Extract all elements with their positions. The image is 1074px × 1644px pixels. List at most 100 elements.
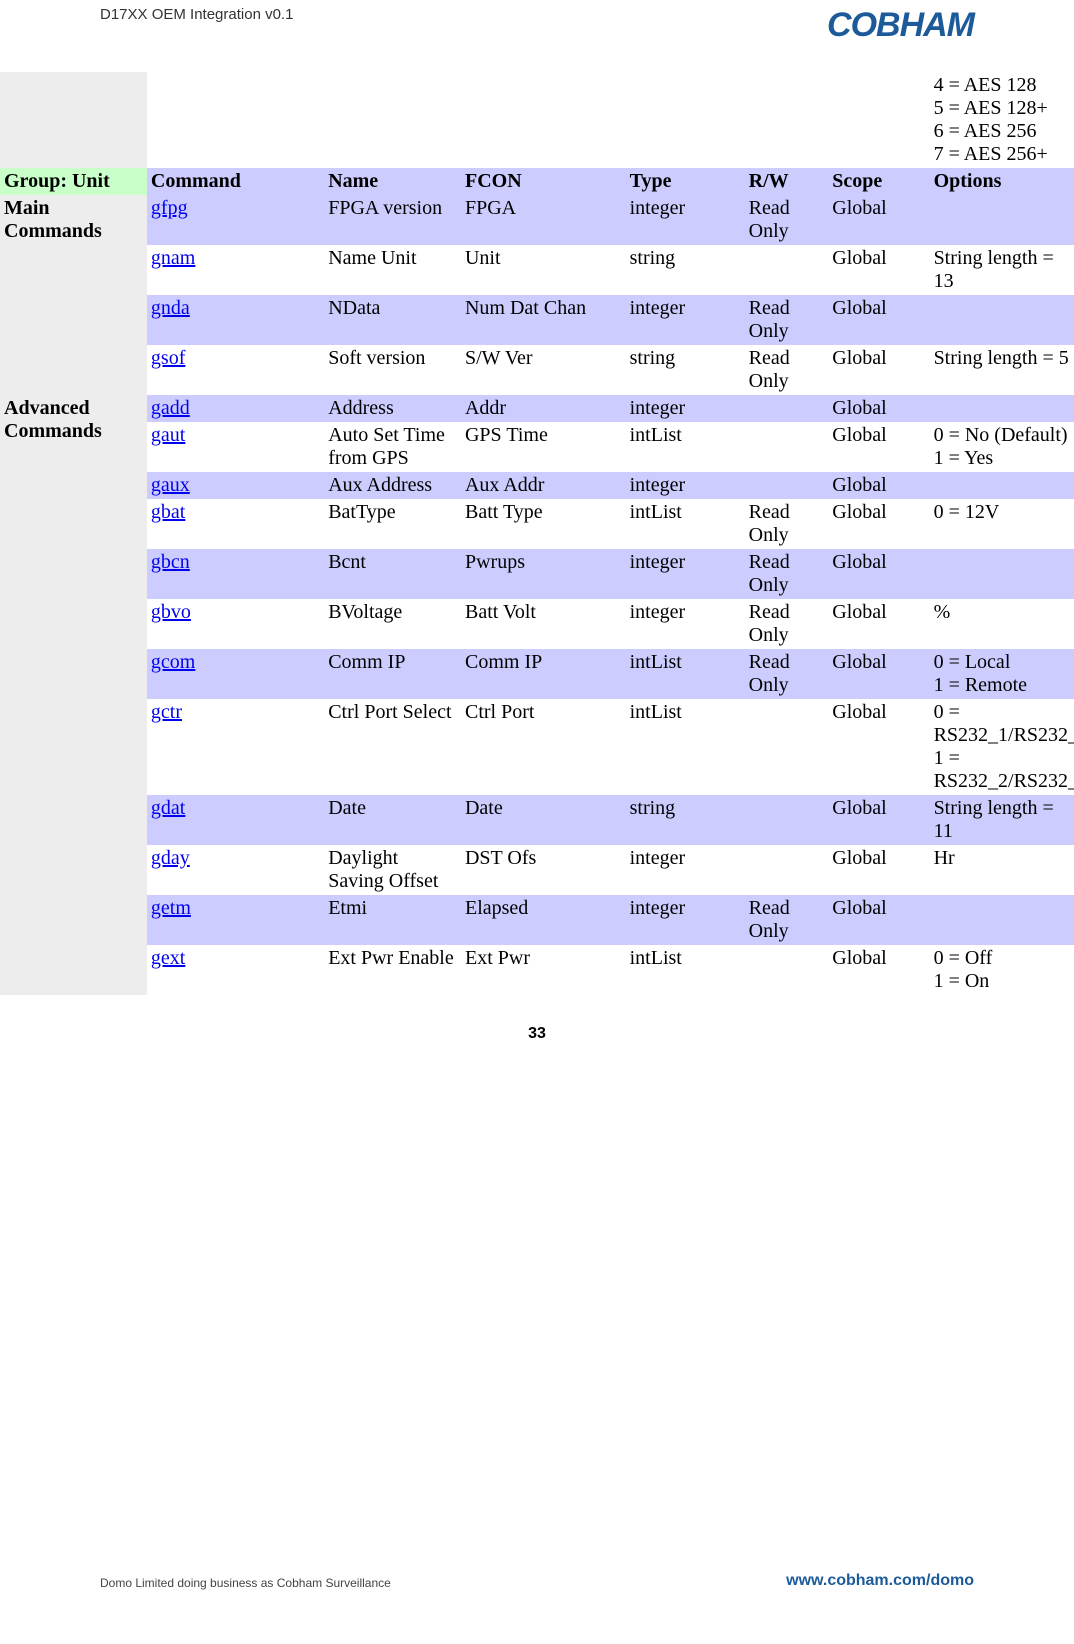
fcon-cell: DST Ofs bbox=[461, 845, 626, 895]
type-cell: integer bbox=[626, 472, 745, 499]
rw-cell bbox=[745, 472, 829, 499]
options-cell bbox=[930, 895, 1074, 945]
table-row: gndaNDataNum Dat ChanintegerRead OnlyGlo… bbox=[0, 295, 1074, 345]
type-cell: integer bbox=[626, 549, 745, 599]
name-cell: Etmi bbox=[324, 895, 461, 945]
footer: Domo Limited doing business as Cobham Su… bbox=[100, 1572, 974, 1590]
command-cell: gaux bbox=[147, 472, 324, 499]
table-row: gaux Aux AddressAux Addrinteger Global bbox=[0, 472, 1074, 499]
type-cell: integer bbox=[626, 395, 745, 422]
type-cell: intList bbox=[626, 945, 745, 995]
options-cell: 0 = Off1 = On bbox=[930, 945, 1074, 995]
header-name: Name bbox=[324, 168, 461, 195]
options-cell: 0 = Local1 = Remote bbox=[930, 649, 1074, 699]
name-cell: Name Unit bbox=[324, 245, 461, 295]
empty-cell bbox=[745, 72, 829, 168]
rw-cell bbox=[745, 795, 829, 845]
options-cell bbox=[930, 395, 1074, 422]
empty-cell bbox=[626, 72, 745, 168]
command-link[interactable]: gfpg bbox=[151, 197, 188, 219]
scope-cell: Global bbox=[828, 395, 929, 422]
command-link[interactable]: gdat bbox=[151, 797, 185, 819]
command-link[interactable]: gday bbox=[151, 847, 190, 869]
scope-cell: Global bbox=[828, 195, 929, 245]
command-link[interactable]: gaux bbox=[151, 474, 190, 496]
command-link[interactable]: gnam bbox=[151, 247, 195, 269]
name-cell: Comm IP bbox=[324, 649, 461, 699]
table-row: getmEtmiElapsedintegerRead OnlyGlobal bbox=[0, 895, 1074, 945]
name-cell: Bcnt bbox=[324, 549, 461, 599]
options-cell bbox=[930, 195, 1074, 245]
rw-cell bbox=[745, 845, 829, 895]
fcon-cell: Ext Pwr bbox=[461, 945, 626, 995]
command-link[interactable]: gaut bbox=[151, 424, 185, 446]
header-type: Type bbox=[626, 168, 745, 195]
table-row: gbatBatTypeBatt TypeintListRead OnlyGlob… bbox=[0, 499, 1074, 549]
command-link[interactable]: gctr bbox=[151, 701, 182, 723]
command-link[interactable]: gext bbox=[151, 947, 185, 969]
table-row: gcomComm IPComm IPintListRead OnlyGlobal… bbox=[0, 649, 1074, 699]
command-cell: gctr bbox=[147, 699, 324, 795]
rw-cell bbox=[745, 945, 829, 995]
name-cell: Aux Address bbox=[324, 472, 461, 499]
rw-cell: Read Only bbox=[745, 649, 829, 699]
table-row: Main CommandsgfpgFPGA versionFPGAinteger… bbox=[0, 195, 1074, 245]
fcon-cell: S/W Ver bbox=[461, 345, 626, 395]
fcon-cell: Addr bbox=[461, 395, 626, 422]
command-cell: gbcn bbox=[147, 549, 324, 599]
empty-cell bbox=[828, 72, 929, 168]
command-link[interactable]: gbcn bbox=[151, 551, 190, 573]
scope-cell: Global bbox=[828, 945, 929, 995]
fcon-cell: FPGA bbox=[461, 195, 626, 245]
command-table: 4 = AES 1285 = AES 128+6 = AES 2567 = AE… bbox=[0, 72, 1074, 995]
command-cell: gnda bbox=[147, 295, 324, 345]
empty-cell bbox=[324, 72, 461, 168]
fcon-cell: Batt Type bbox=[461, 499, 626, 549]
table-row: gdayDaylight Saving OffsetDST Ofsinteger… bbox=[0, 845, 1074, 895]
name-cell: Ext Pwr Enable bbox=[324, 945, 461, 995]
scope-cell: Global bbox=[828, 795, 929, 845]
name-cell: Daylight Saving Offset bbox=[324, 845, 461, 895]
scope-cell: Global bbox=[828, 895, 929, 945]
type-cell: integer bbox=[626, 195, 745, 245]
command-link[interactable]: gbvo bbox=[151, 601, 191, 623]
footer-left: Domo Limited doing business as Cobham Su… bbox=[100, 1576, 391, 1590]
scope-cell: Global bbox=[828, 649, 929, 699]
fcon-cell: Elapsed bbox=[461, 895, 626, 945]
name-cell: NData bbox=[324, 295, 461, 345]
rw-cell bbox=[745, 395, 829, 422]
options-cell: 0 = No (Default)1 = Yes bbox=[930, 422, 1074, 472]
command-link[interactable]: gnda bbox=[151, 297, 190, 319]
type-cell: intList bbox=[626, 499, 745, 549]
section-main: Main Commands bbox=[0, 195, 147, 395]
empty-cell bbox=[147, 72, 324, 168]
options-cell: String length = 13 bbox=[930, 245, 1074, 295]
empty-cell bbox=[461, 72, 626, 168]
table-row: gbcnBcntPwrupsintegerRead OnlyGlobal bbox=[0, 549, 1074, 599]
options-cell: Hr bbox=[930, 845, 1074, 895]
type-cell: string bbox=[626, 245, 745, 295]
scope-cell: Global bbox=[828, 295, 929, 345]
table-row: gctrCtrl Port SelectCtrl PortintListGlob… bbox=[0, 699, 1074, 795]
type-cell: intList bbox=[626, 422, 745, 472]
command-link[interactable]: gbat bbox=[151, 501, 185, 523]
header-options: Options bbox=[930, 168, 1074, 195]
fcon-cell: Aux Addr bbox=[461, 472, 626, 499]
name-cell: Soft version bbox=[324, 345, 461, 395]
type-cell: integer bbox=[626, 295, 745, 345]
command-cell: gbat bbox=[147, 499, 324, 549]
fcon-cell: Unit bbox=[461, 245, 626, 295]
command-cell: gaut bbox=[147, 422, 324, 472]
command-link[interactable]: getm bbox=[151, 897, 191, 919]
command-cell: gext bbox=[147, 945, 324, 995]
table-row: gsofSoft versionS/W VerstringRead OnlyGl… bbox=[0, 345, 1074, 395]
command-link[interactable]: gcom bbox=[151, 651, 195, 673]
command-link[interactable]: gadd bbox=[151, 397, 190, 419]
rw-cell bbox=[745, 422, 829, 472]
header-fcon: FCON bbox=[461, 168, 626, 195]
fcon-cell: Batt Volt bbox=[461, 599, 626, 649]
options-cell bbox=[930, 472, 1074, 499]
scope-cell: Global bbox=[828, 422, 929, 472]
scope-cell: Global bbox=[828, 472, 929, 499]
command-link[interactable]: gsof bbox=[151, 347, 185, 369]
